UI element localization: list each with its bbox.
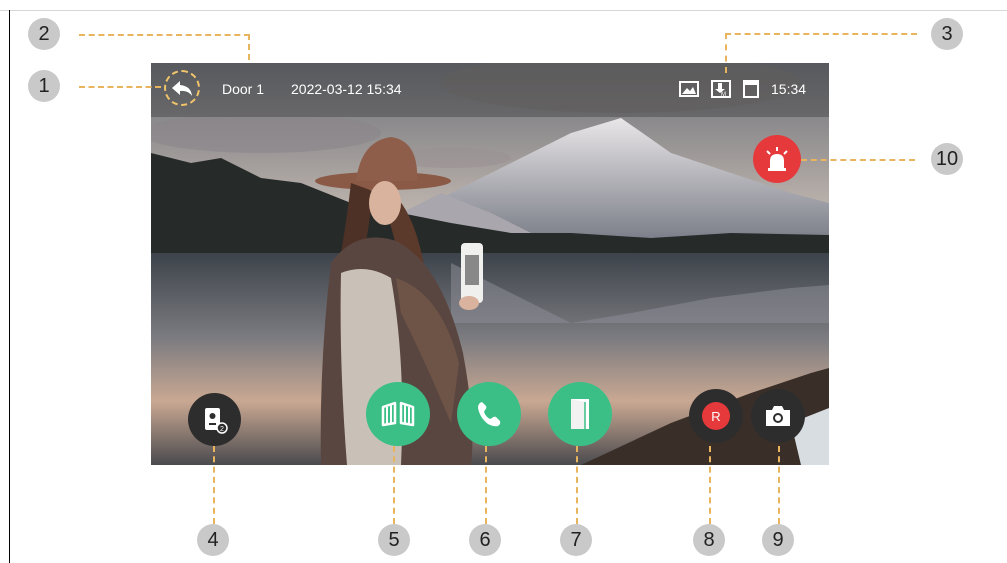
door-icon (571, 399, 589, 429)
door-unlock-button[interactable] (548, 382, 612, 446)
monitor-screen: Door 1 2022-03-12 15:34 M 15:34 2 R (151, 63, 829, 465)
callout-leader-3-drop (725, 33, 727, 73)
door-name-label: Door 1 (222, 81, 265, 97)
date-time-label: 2022-03-12 15:34 (291, 81, 402, 97)
callout-badge-6: 6 (469, 524, 501, 556)
callout-badge-2: 2 (28, 18, 60, 50)
callout-leader-6 (485, 446, 487, 524)
callout-leader-7 (576, 446, 578, 524)
callout-leader-3 (725, 33, 917, 35)
callout-badge-5: 5 (378, 524, 410, 556)
back-arrow-icon (172, 81, 192, 96)
callout-leader-8 (709, 446, 711, 524)
camera-icon (766, 406, 790, 426)
svg-text:2: 2 (220, 426, 224, 433)
callout-badge-7: 7 (560, 524, 592, 556)
callout-leader-10 (801, 159, 915, 161)
clock-label: 15:34 (771, 81, 807, 97)
phone-icon (478, 402, 501, 427)
gate-icon (381, 401, 415, 427)
callout-badge-3: 3 (931, 18, 963, 50)
callout-leader-9 (778, 446, 780, 524)
sd-card-icon (743, 80, 759, 98)
download-message-icon: M (711, 80, 731, 98)
page-top-rule (0, 10, 1007, 11)
call-button[interactable] (457, 382, 521, 446)
svg-text:M: M (721, 92, 726, 98)
alarm-siren-icon (766, 147, 788, 171)
record-icon: R (702, 402, 730, 430)
page-left-rule (9, 10, 10, 563)
callout-leader-2-drop (248, 34, 250, 60)
gate-button[interactable] (366, 382, 430, 446)
monitor-switch-button[interactable]: 2 (188, 393, 241, 446)
callout-leader-4 (213, 446, 215, 524)
snapshot-button[interactable] (751, 389, 805, 443)
callout-badge-4: 4 (197, 524, 229, 556)
image-icon (679, 81, 699, 97)
callout-leader-1 (79, 86, 161, 88)
callout-badge-10: 10 (931, 143, 963, 175)
alarm-button[interactable] (753, 135, 801, 183)
callout-badge-1: 1 (28, 70, 60, 102)
callout-badge-9: 9 (762, 524, 794, 556)
monitor-switch-icon: 2 (204, 407, 228, 434)
callout-leader-5 (393, 446, 395, 524)
back-button[interactable] (164, 70, 200, 106)
callout-badge-8: 8 (693, 524, 725, 556)
callout-leader-2 (79, 34, 250, 36)
record-button[interactable]: R (689, 389, 743, 443)
